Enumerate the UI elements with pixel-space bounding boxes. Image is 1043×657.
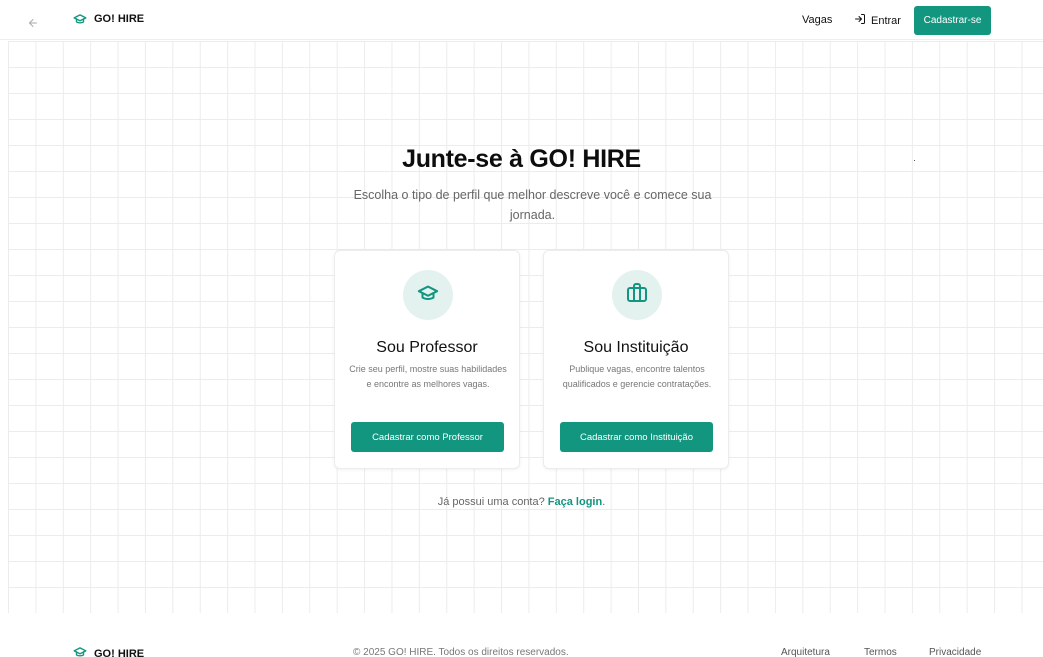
profile-card-instituicao: Sou Instituição Publique vagas, encontre… bbox=[543, 250, 729, 469]
card-title: Sou Professor bbox=[376, 339, 478, 356]
brand-name: GO! HIRE bbox=[94, 13, 145, 25]
grid-background bbox=[8, 41, 1043, 613]
card-description: Publique vagas, encontre talentos qualif… bbox=[562, 364, 712, 389]
page-title: Junte-se à GO! HIRE bbox=[402, 145, 641, 173]
card-icon-circle bbox=[403, 270, 453, 320]
page-subtitle: Escolha o tipo de perfil que melhor desc… bbox=[353, 188, 712, 222]
graduation-cap-icon bbox=[72, 645, 88, 657]
nav-link-vagas[interactable]: Vagas bbox=[802, 14, 832, 26]
footer-brand-name: GO! HIRE bbox=[94, 647, 145, 657]
signup-professor-button[interactable]: Cadastrar como Professor bbox=[351, 422, 504, 452]
card-icon-circle bbox=[612, 270, 662, 320]
login-prompt: Já possui uma conta? Faça login. bbox=[0, 496, 1043, 508]
graduation-cap-icon bbox=[416, 282, 440, 309]
signup-instituicao-button[interactable]: Cadastrar como Instituição bbox=[560, 422, 713, 452]
card-description: Crie seu perfil, mostre suas habilidades… bbox=[349, 364, 507, 389]
login-prompt-suffix: . bbox=[602, 496, 606, 508]
login-icon bbox=[854, 13, 866, 28]
profile-card-professor: Sou Professor Crie seu perfil, mostre su… bbox=[334, 250, 520, 469]
login-prompt-text: Já possui uma conta? bbox=[437, 496, 545, 508]
nav-entrar-label: Entrar bbox=[871, 14, 901, 27]
footer-link-arquitetura[interactable]: Arquitetura bbox=[781, 647, 830, 657]
graduation-cap-icon bbox=[72, 12, 88, 26]
back-button[interactable] bbox=[24, 16, 42, 34]
footer-brand-logo[interactable]: GO! HIRE bbox=[72, 645, 144, 657]
arrow-left-icon bbox=[27, 16, 39, 34]
footer-copyright: © 2025 GO! HIRE. Todos os direitos reser… bbox=[353, 647, 569, 657]
nav-link-entrar[interactable]: Entrar bbox=[854, 13, 901, 28]
brand-logo[interactable]: GO! HIRE bbox=[72, 12, 144, 26]
footer-link-privacidade[interactable]: Privacidade bbox=[929, 647, 981, 657]
top-navbar: GO! HIRE Vagas Entrar Cadastrar-se bbox=[0, 0, 1043, 40]
card-title: Sou Instituição bbox=[583, 339, 689, 356]
login-link[interactable]: Faça login bbox=[548, 496, 602, 508]
signup-button[interactable]: Cadastrar-se bbox=[914, 6, 991, 35]
footer-link-termos[interactable]: Termos bbox=[864, 647, 897, 657]
briefcase-icon bbox=[625, 281, 649, 310]
footer: GO! HIRE © 2025 GO! HIRE. Todos os direi… bbox=[0, 614, 1043, 657]
